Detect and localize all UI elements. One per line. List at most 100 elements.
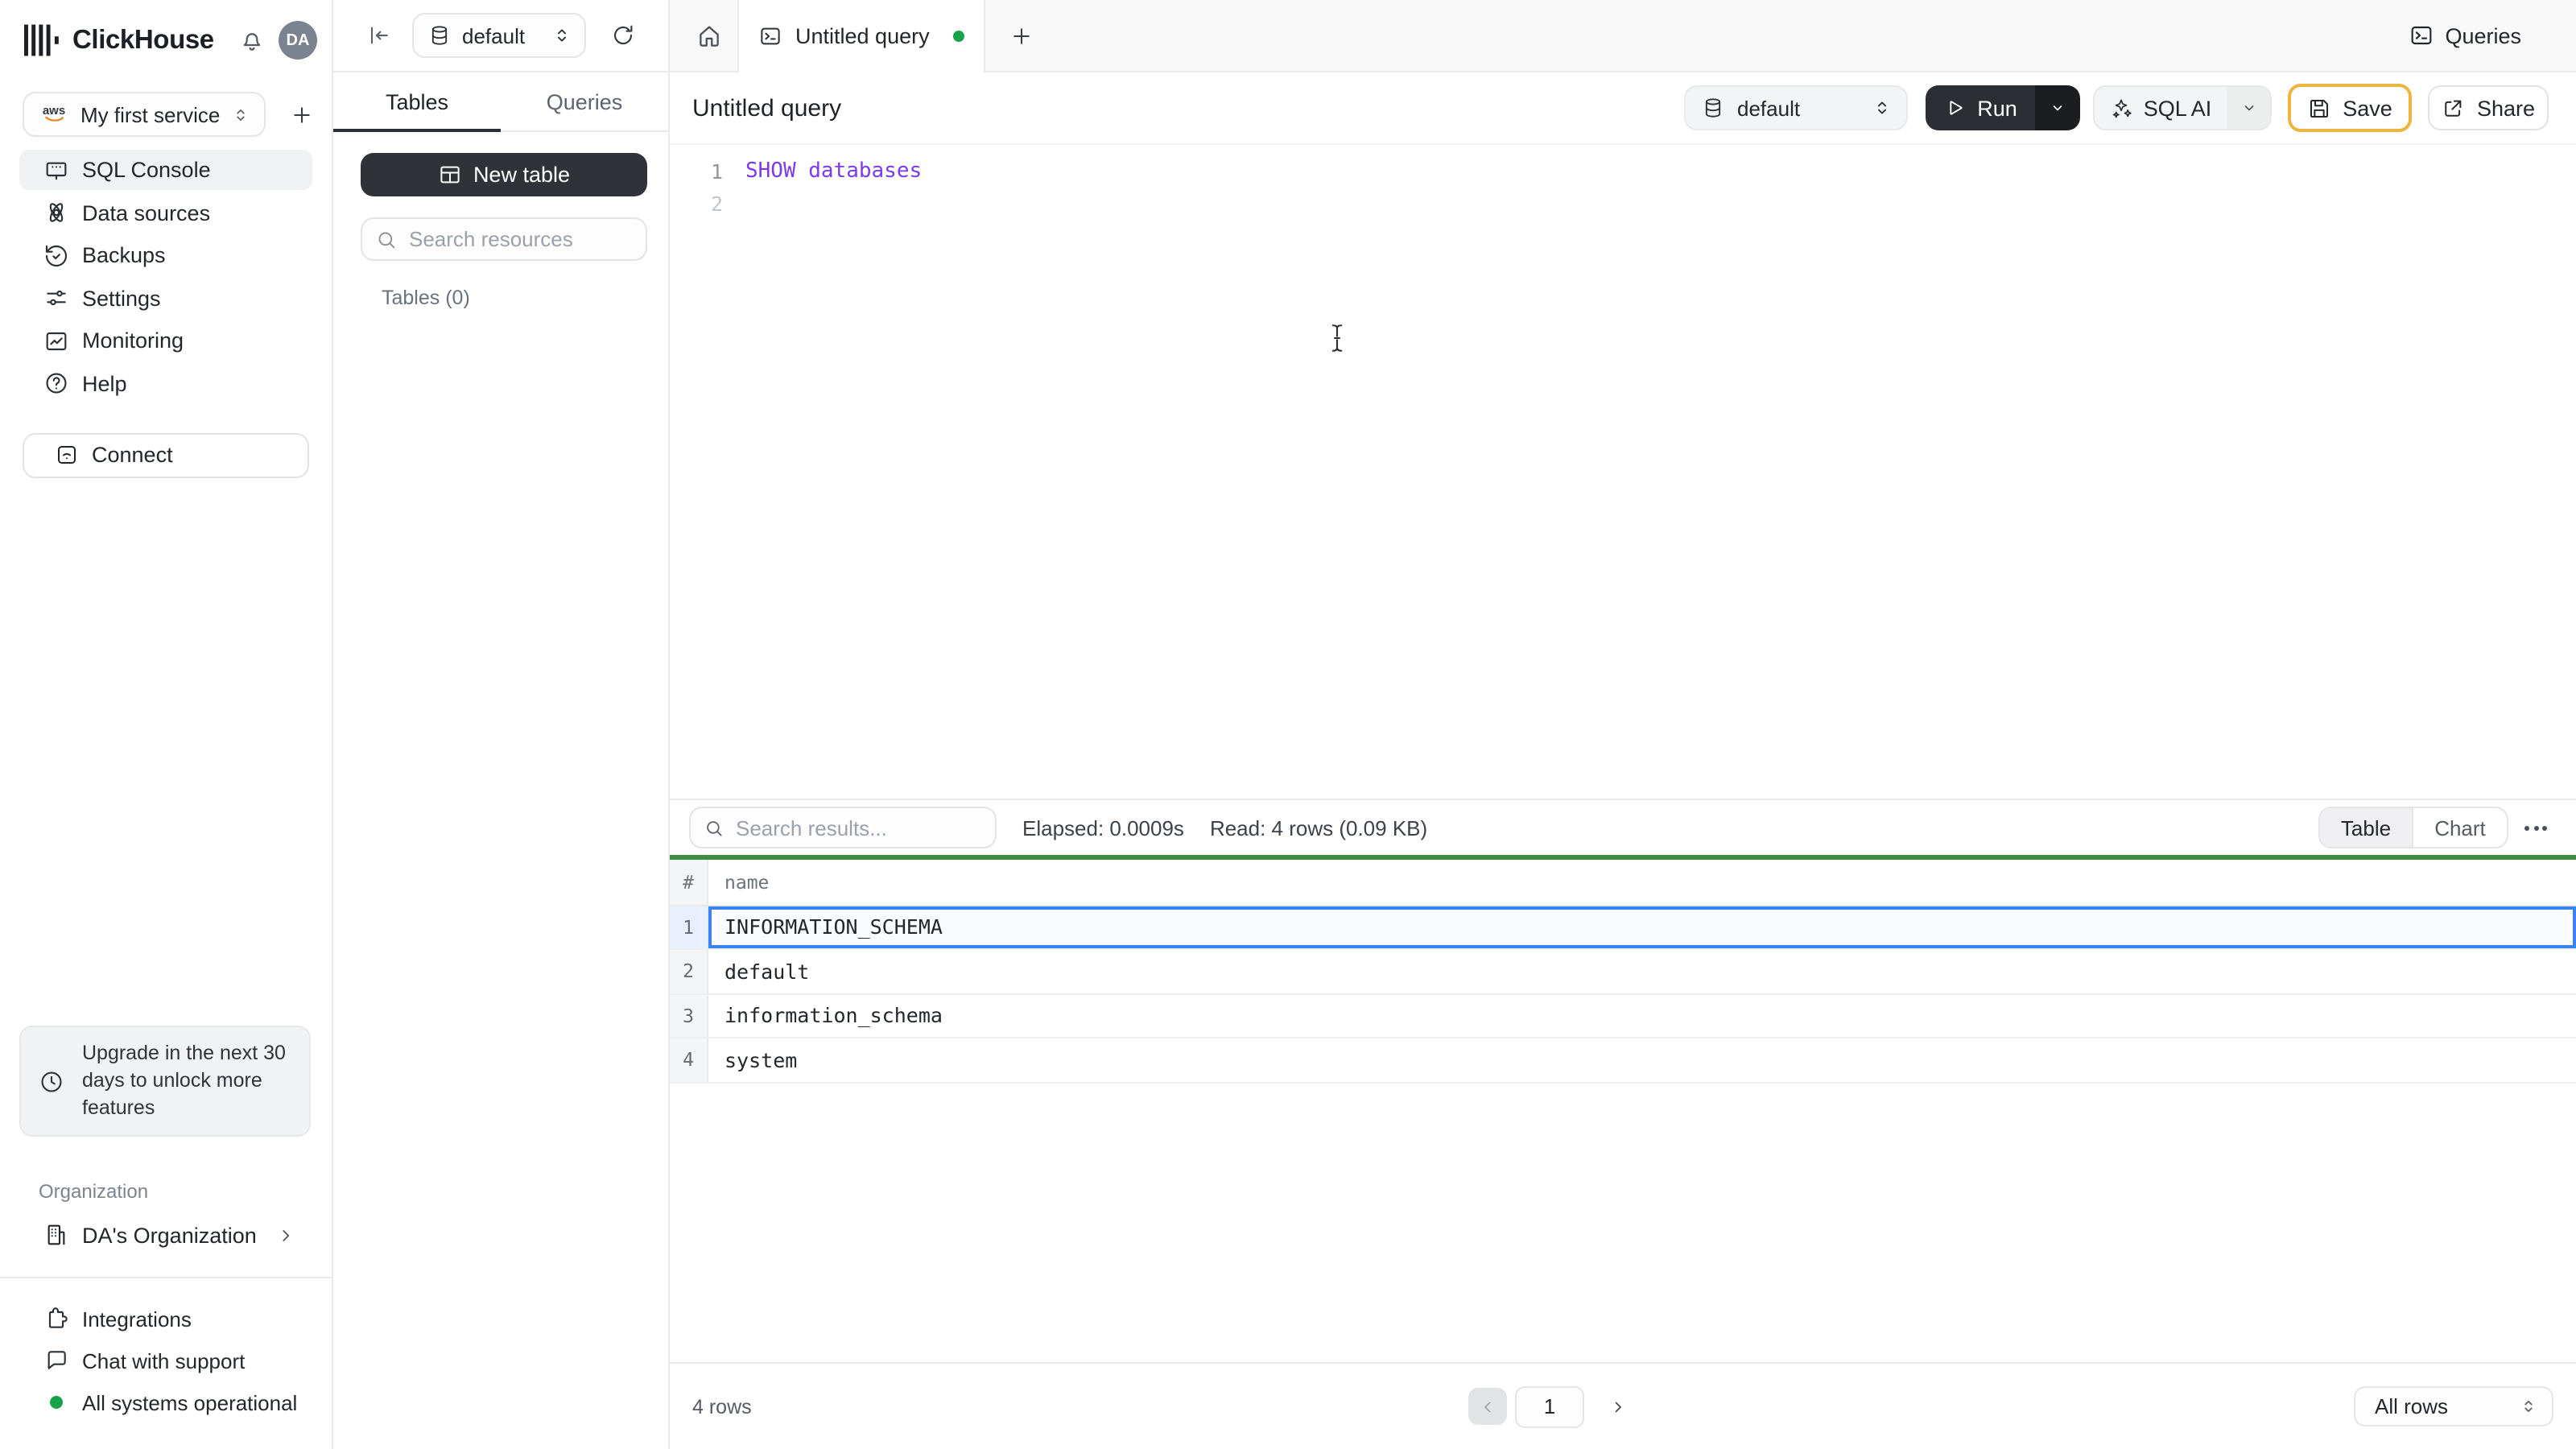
add-service-button[interactable] [285, 97, 319, 131]
results-search [689, 807, 997, 848]
building-icon [47, 1224, 65, 1245]
index-column-header: # [670, 859, 708, 906]
notifications-button[interactable] [235, 23, 269, 57]
query-tabbar: Untitled query Queries [670, 0, 2576, 72]
query-database-selector[interactable]: default [1684, 85, 1908, 130]
editor-line: 1 SHOW databases [670, 155, 2576, 188]
row-index: 1 [670, 906, 708, 950]
refresh-button[interactable] [607, 19, 639, 52]
search-results-input[interactable] [736, 815, 982, 840]
name-column-header[interactable]: name [708, 859, 2576, 906]
share-label: Share [2476, 96, 2536, 120]
sidebar-item-help[interactable]: Help [19, 363, 312, 403]
tab-queries[interactable]: Queries [501, 72, 668, 130]
row-value[interactable]: default [708, 950, 2576, 994]
row-value[interactable]: INFORMATION_SCHEMA [708, 906, 2576, 950]
organization-section: Organization DA's Organization [0, 1180, 332, 1254]
chevron-updown-icon [2524, 1400, 2533, 1413]
tab-tables[interactable]: Tables [333, 72, 501, 130]
view-chart-button[interactable]: Chart [2413, 808, 2507, 847]
save-button[interactable]: Save [2288, 84, 2412, 132]
database-selector[interactable]: default [412, 13, 586, 58]
brand-row: ClickHouse DA [0, 0, 332, 60]
sidebar-item-backups[interactable]: Backups [19, 235, 312, 275]
organization-item[interactable]: DA's Organization [19, 1216, 312, 1254]
system-status-link[interactable]: All systems operational [19, 1383, 312, 1422]
sidebar-item-data-sources[interactable]: Data sources [19, 192, 312, 233]
explorer-tabs: Tables Queries [333, 72, 668, 132]
chevron-right-icon [283, 1229, 290, 1241]
elapsed-stat: Elapsed: 0.0009s [1022, 815, 1184, 840]
line-number: 1 [710, 159, 723, 184]
service-selector[interactable]: aws My first service [23, 92, 266, 137]
line-number: 2 [710, 192, 723, 217]
query-tab-active[interactable]: Untitled query [737, 0, 985, 72]
connect-icon [58, 446, 76, 464]
table-row[interactable]: 1 INFORMATION_SCHEMA [670, 906, 2576, 950]
organization-name: DA's Organization [82, 1223, 257, 1247]
next-page-button[interactable] [1604, 1392, 1633, 1421]
more-options-button[interactable] [2521, 819, 2550, 836]
workspace: Untitled query Queries Untitled query de… [670, 0, 2576, 1449]
chevron-left-icon [1484, 1401, 1491, 1412]
run-options-button[interactable] [2035, 85, 2080, 130]
queries-button[interactable]: Queries [2408, 0, 2521, 71]
home-button[interactable] [689, 16, 728, 55]
user-avatar[interactable]: DA [279, 21, 317, 60]
run-button-group: Run [1926, 85, 2080, 130]
sql-editor[interactable]: 1 SHOW databases 2 [670, 145, 2576, 799]
table-row[interactable]: 4 system [670, 1038, 2576, 1083]
table-grid-icon [440, 166, 460, 184]
sql-ai-button-group: SQL AI [2093, 85, 2272, 130]
sql-ai-options-button[interactable] [2227, 87, 2270, 129]
results-empty-area [670, 1083, 2576, 1362]
active-tab-underline [333, 129, 501, 132]
table-row[interactable]: 3 information_schema [670, 994, 2576, 1038]
collapse-panel-button[interactable] [362, 19, 394, 52]
integrations-link[interactable]: Integrations [19, 1299, 312, 1338]
page-size-value: All rows [2375, 1394, 2449, 1418]
database-selector-value: default [462, 23, 526, 47]
share-button[interactable]: Share [2428, 85, 2549, 130]
chat-with-support-link[interactable]: Chat with support [19, 1341, 312, 1380]
row-value[interactable]: system [708, 1038, 2576, 1083]
service-row: aws My first service [23, 92, 319, 137]
new-table-button[interactable]: New table [361, 153, 647, 196]
connect-button[interactable]: Connect [23, 432, 309, 477]
aws-logo-icon: aws [40, 105, 68, 124]
nav-label: Settings [82, 286, 161, 310]
current-page[interactable]: 1 [1515, 1385, 1584, 1427]
run-button[interactable]: Run [1926, 85, 2035, 130]
chevron-down-icon [2244, 105, 2253, 111]
view-table-button[interactable]: Table [2320, 808, 2413, 847]
sidebar-item-sql-console[interactable]: SQL Console [19, 150, 312, 190]
new-tab-button[interactable] [1001, 16, 1040, 55]
table-row[interactable]: 2 default [670, 950, 2576, 994]
search-resources-input[interactable] [409, 227, 633, 251]
read-stat: Read: 4 rows (0.09 KB) [1209, 815, 1428, 840]
chat-bubble-icon [47, 1351, 66, 1369]
sidebar-item-monitoring[interactable]: Monitoring [19, 320, 312, 361]
results-toolbar: Elapsed: 0.0009s Read: 4 rows (0.09 KB) … [670, 799, 2576, 855]
sql-ai-button[interactable]: SQL AI [2095, 87, 2227, 129]
pagination: 1 [1468, 1364, 1633, 1449]
queries-button-label: Queries [2445, 23, 2521, 47]
sidebar-item-settings[interactable]: Settings [19, 278, 312, 318]
sparkles-icon [2113, 98, 2132, 118]
page-size-selector[interactable]: All rows [2354, 1386, 2553, 1426]
share-external-icon [2446, 99, 2462, 116]
query-tab-title: Untitled query [795, 24, 930, 48]
upgrade-notice[interactable]: Upgrade in the next 30 days to unlock mo… [19, 1026, 311, 1137]
row-value[interactable]: information_schema [708, 994, 2576, 1038]
search-icon [378, 231, 395, 248]
chat-label: Chat with support [82, 1348, 246, 1373]
database-icon [1705, 98, 1721, 118]
previous-page-button[interactable] [1468, 1388, 1507, 1425]
explorer-toolbar: default [333, 0, 668, 72]
new-table-label: New table [473, 163, 571, 187]
clickhouse-logo-icon [24, 24, 59, 56]
play-icon [1950, 101, 1963, 115]
nav-label: Help [82, 371, 127, 395]
query-title: Untitled query [692, 94, 842, 122]
nav-label: Backups [82, 243, 166, 267]
